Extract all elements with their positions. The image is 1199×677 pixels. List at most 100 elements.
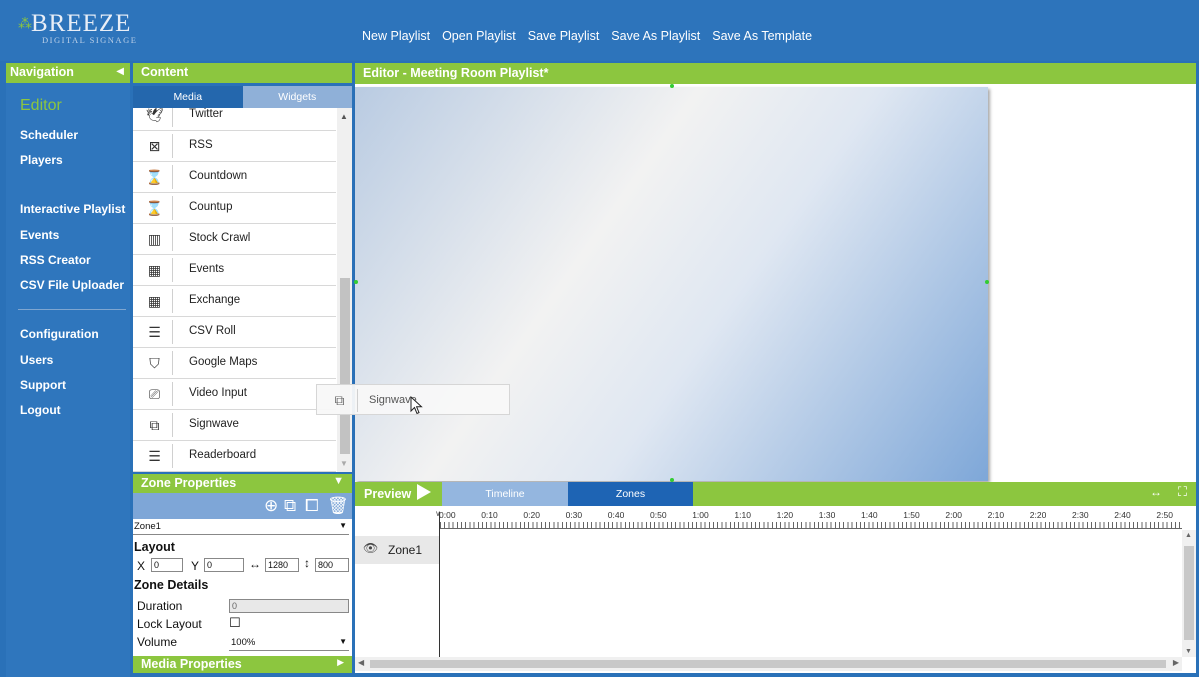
widget-item-twitter[interactable]: 🕊 Twitter (133, 108, 336, 131)
nav-item-rss-creator[interactable]: RSS Creator (20, 253, 91, 267)
tab-media[interactable]: Media (133, 86, 243, 108)
width-input[interactable]: 1280 (265, 558, 299, 572)
zone-select[interactable]: Zone1 ▼ (133, 521, 349, 535)
x-input[interactable]: 0 (151, 558, 183, 572)
play-icon[interactable] (417, 484, 431, 500)
add-zone-icon[interactable]: ⊕ (264, 496, 278, 516)
save-as-playlist-button[interactable]: Save As Playlist (611, 29, 700, 43)
timeline-tick-label: 2:40 (1114, 510, 1131, 520)
widget-label: Google Maps (189, 356, 258, 368)
y-label: Y (191, 559, 200, 573)
nav-item-support[interactable]: Support (20, 378, 66, 392)
eye-icon[interactable]: 👁 (363, 541, 378, 555)
scrollbar-thumb[interactable] (370, 660, 1166, 668)
widget-item-csv-roll[interactable]: ☰ CSV Roll (133, 317, 336, 348)
timeline-area: 0:00 0:10 0:20 0:30 0:40 0:50 1:00 1:10 1:20 1:30… (355, 506, 1196, 673)
widget-item-signwave[interactable]: ⧉ Signwave (133, 410, 336, 441)
scrollbar-thumb[interactable] (340, 278, 350, 454)
scroll-up-arrow-icon[interactable]: ▲ (1185, 532, 1192, 539)
y-input[interactable]: 0 (204, 558, 244, 572)
timeline-tick-label: 0:30 (565, 510, 583, 520)
nav-item-csv-file-uploader[interactable]: CSV File Uploader (20, 278, 124, 292)
height-input[interactable]: 800 (315, 558, 349, 572)
timeline-tick-label: 0:00 (439, 510, 456, 520)
widget-item-stock-crawl[interactable]: ▥ Stock Crawl (133, 224, 336, 255)
mouse-pointer-icon (410, 396, 423, 415)
widget-list: 🕊 Twitter ⊠ RSS ⌛ Countdown ⌛ Countup ▥ … (133, 108, 352, 472)
widget-item-countdown[interactable]: ⌛ Countdown (133, 162, 336, 193)
copy-zone-icon[interactable]: ⧉ (284, 496, 296, 516)
lock-layout-checkbox[interactable]: ☐ (229, 615, 241, 631)
widget-label: Readerboard (189, 449, 257, 461)
scrollbar-thumb[interactable] (1184, 546, 1194, 640)
tab-widgets[interactable]: Widgets (242, 86, 352, 108)
volume-label: Volume (137, 635, 178, 649)
signwave-icon: ⧉ (137, 413, 173, 437)
widget-item-events[interactable]: ▦ Events (133, 255, 336, 286)
widget-item-readerboard[interactable]: ☰ Readerboard (133, 441, 336, 472)
media-properties-header[interactable]: Media Properties ▶ (133, 656, 352, 673)
volume-select[interactable]: 100% ▼ (229, 637, 349, 651)
open-playlist-button[interactable]: Open Playlist (442, 29, 516, 43)
collapse-arrow-icon[interactable]: ◀ (116, 66, 124, 77)
nav-item-logout[interactable]: Logout (20, 403, 61, 417)
nav-item-users[interactable]: Users (20, 353, 53, 367)
width-arrows-icon: ↔ (249, 557, 261, 571)
delete-zone-icon[interactable]: 🗑 (327, 496, 349, 516)
scroll-down-arrow-icon[interactable]: ▼ (340, 459, 348, 468)
nav-item-editor[interactable]: Editor (20, 97, 62, 115)
expand-arrow-icon[interactable]: ▶ (337, 657, 344, 668)
widget-item-exchange[interactable]: ▦ Exchange (133, 286, 336, 317)
playhead[interactable] (439, 512, 440, 662)
expand-icon[interactable]: ⛶ (1178, 484, 1187, 500)
fit-width-icon[interactable]: ↔ (1150, 485, 1162, 499)
hourglass-icon: ⌛ (137, 165, 173, 189)
scroll-left-arrow-icon[interactable]: ◀ (358, 658, 364, 667)
logo-subtitle: DIGITAL SIGNAGE (42, 35, 138, 45)
hourglass-icon: ⌛ (137, 196, 173, 220)
height-arrows-icon: ↕ (304, 556, 310, 570)
timeline-tick-label: 2:20 (1029, 510, 1047, 520)
nav-item-configuration[interactable]: Configuration (20, 327, 99, 341)
zone-details-label: Zone Details (134, 578, 209, 592)
widget-label: Events (189, 263, 225, 275)
timeline-tick-label: 1:10 (734, 510, 751, 520)
widget-item-video-input[interactable]: ⎚ Video Input (133, 379, 336, 410)
timeline-horizontal-scrollbar[interactable]: ◀ ▶ (355, 657, 1182, 671)
tab-zones[interactable]: Zones (568, 482, 693, 506)
scroll-up-arrow-icon[interactable]: ▲ (340, 112, 348, 121)
scroll-down-arrow-icon[interactable]: ▼ (1185, 648, 1192, 655)
timeline-tick-label: 1:50 (903, 510, 920, 520)
scroll-right-arrow-icon[interactable]: ▶ (1173, 658, 1179, 667)
widget-item-countup[interactable]: ⌛ Countup (133, 193, 336, 224)
logo-name: BREEZE (31, 10, 132, 37)
resize-handle-right[interactable] (985, 280, 989, 284)
timeline-zone-row[interactable]: 👁 Zone1 (355, 536, 439, 564)
save-playlist-button[interactable]: Save Playlist (528, 29, 600, 43)
nav-item-events[interactable]: Events (20, 228, 59, 242)
resize-handle-left[interactable] (354, 280, 358, 284)
duplicate-zone-icon[interactable]: ⧠ (305, 496, 319, 516)
timeline-tick-label: 1:20 (776, 510, 794, 520)
widget-item-google-maps[interactable]: ⛉ Google Maps (133, 348, 336, 379)
resize-handle-top[interactable] (670, 84, 674, 88)
content-header: Content (133, 63, 352, 83)
nav-item-players[interactable]: Players (20, 153, 63, 167)
zone-canvas[interactable] (355, 87, 988, 481)
top-bar: ⁂ BREEZE DIGITAL SIGNAGE New Playlist Ope… (0, 0, 1199, 61)
timeline-vertical-scrollbar[interactable]: ▲ ▼ (1182, 530, 1196, 657)
duration-input[interactable]: 0 (229, 599, 349, 613)
nav-item-interactive-playlist[interactable]: Interactive Playlist (20, 202, 125, 216)
stock-chart-icon: ▥ (137, 227, 173, 251)
expand-arrow-icon[interactable]: ▼ (333, 475, 344, 487)
ruler-baseline (440, 528, 1182, 529)
widget-item-rss[interactable]: ⊠ RSS (133, 131, 336, 162)
zone-properties-header[interactable]: Zone Properties ▼ (133, 474, 352, 493)
tab-timeline[interactable]: Timeline (442, 482, 568, 506)
new-playlist-button[interactable]: New Playlist (362, 29, 430, 43)
widget-label: Video Input (189, 387, 247, 399)
widget-list-scrollbar[interactable]: ▲ ▼ (337, 108, 352, 472)
nav-item-scheduler[interactable]: Scheduler (20, 128, 78, 142)
save-as-template-button[interactable]: Save As Template (712, 29, 812, 43)
widget-label: Signwave (189, 418, 239, 430)
